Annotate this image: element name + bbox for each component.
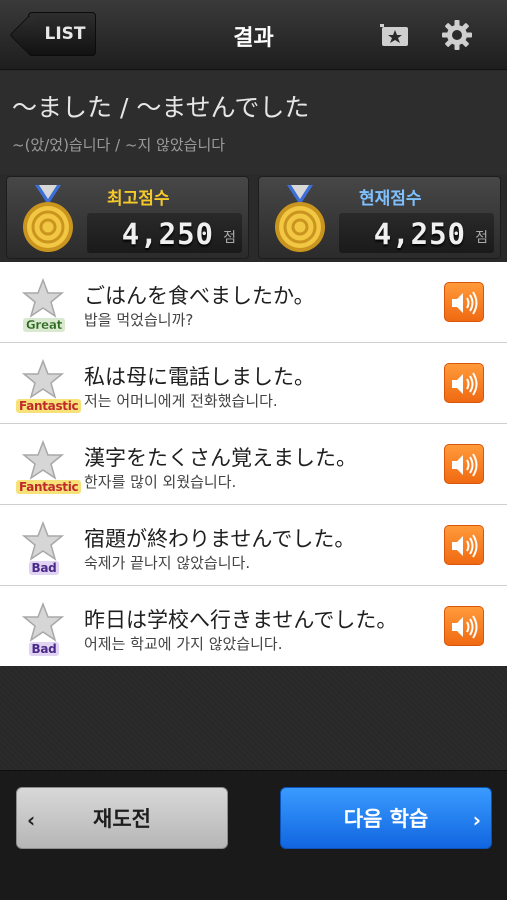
gold-medal-icon [275, 185, 325, 252]
speaker-icon [452, 534, 478, 558]
grade-badge: Fantastic [16, 480, 82, 494]
current-score-label: 현재점수 [359, 189, 422, 209]
current-score-unit: 점 [475, 230, 488, 246]
gold-medal-icon [23, 185, 73, 252]
korean-translation: 한자를 많이 외웠습니다. [84, 473, 237, 491]
korean-translation: 저는 어머니에게 전화했습니다. [84, 392, 278, 410]
result-list: Great ごはんを食べましたか。 밥을 먹었습니까? Fantastic 私は… [0, 262, 507, 666]
chevron-right-icon: › [472, 808, 481, 832]
play-sound-button[interactable] [444, 363, 484, 403]
list-item: Bad 昨日は学校へ行きませんでした。 어제는 학교에 가지 않았습니다. [0, 586, 507, 667]
retry-button[interactable]: ‹ 재도전 [16, 787, 228, 849]
korean-translation: 밥을 먹었습니까? [84, 311, 194, 329]
list-item: Great ごはんを食べましたか。 밥을 먹었습니까? [0, 262, 507, 343]
speaker-icon [452, 615, 478, 639]
play-sound-button[interactable] [444, 444, 484, 484]
best-score-panel: 최고점수 4,250 점 [6, 176, 249, 259]
japanese-sentence: 私は母に電話しました。 [84, 365, 315, 389]
grade-badge: Bad [16, 561, 72, 575]
empty-area [0, 666, 507, 770]
lesson-subtitle: ~(았/었)습니다 / ~지 않았습니다 [12, 136, 226, 154]
best-score-label: 최고점수 [107, 189, 170, 209]
best-score-box: 4,250 점 [87, 213, 242, 253]
gear-icon[interactable] [440, 18, 474, 52]
speaker-icon [452, 291, 478, 315]
list-item: Fantastic 漢字をたくさん覚えました。 한자를 많이 외웠습니다. [0, 424, 507, 505]
best-score-value: 4,250 [121, 217, 214, 251]
list-item: Bad 宿題が終わりませんでした。 숙제가 끝나지 않았습니다. [0, 505, 507, 586]
retry-label: 재도전 [93, 807, 151, 831]
speaker-icon [452, 453, 478, 477]
page-title: 결과 [233, 26, 274, 51]
top-bar: LIST 결과 [0, 0, 507, 70]
star-icon [22, 359, 64, 399]
next-lesson-label: 다음 학습 [343, 807, 429, 831]
grade-badge: Great [16, 318, 72, 332]
japanese-sentence: 宿題が終わりませんでした。 [84, 527, 356, 551]
grade-badge: Fantastic [16, 399, 82, 413]
japanese-sentence: 漢字をたくさん覚えました。 [84, 446, 357, 470]
star-icon [22, 602, 64, 642]
speaker-icon [452, 372, 478, 396]
star-icon [22, 521, 64, 561]
grade-badge: Bad [16, 642, 72, 656]
current-score-value: 4,250 [373, 217, 466, 251]
bookmark-star-icon[interactable] [378, 18, 412, 52]
list-item: Fantastic 私は母に電話しました。 저는 어머니에게 전화했습니다. [0, 343, 507, 424]
play-sound-button[interactable] [444, 606, 484, 646]
japanese-sentence: 昨日は学校へ行きませんでした。 [84, 608, 398, 632]
bottom-bar: ‹ 재도전 다음 학습 › [0, 770, 507, 900]
current-score-box: 4,250 점 [339, 213, 494, 253]
play-sound-button[interactable] [444, 525, 484, 565]
play-sound-button[interactable] [444, 282, 484, 322]
best-score-unit: 점 [223, 230, 236, 246]
lesson-title: 〜ました / 〜ませんでした [12, 93, 310, 122]
next-lesson-button[interactable]: 다음 학습 › [280, 787, 492, 849]
star-icon [22, 440, 64, 480]
korean-translation: 어제는 학교에 가지 않았습니다. [84, 635, 283, 653]
korean-translation: 숙제가 끝나지 않았습니다. [84, 554, 251, 572]
chevron-left-icon: ‹ [27, 808, 36, 832]
japanese-sentence: ごはんを食べましたか。 [84, 284, 315, 308]
current-score-panel: 현재점수 4,250 점 [258, 176, 501, 259]
star-icon [22, 278, 64, 318]
